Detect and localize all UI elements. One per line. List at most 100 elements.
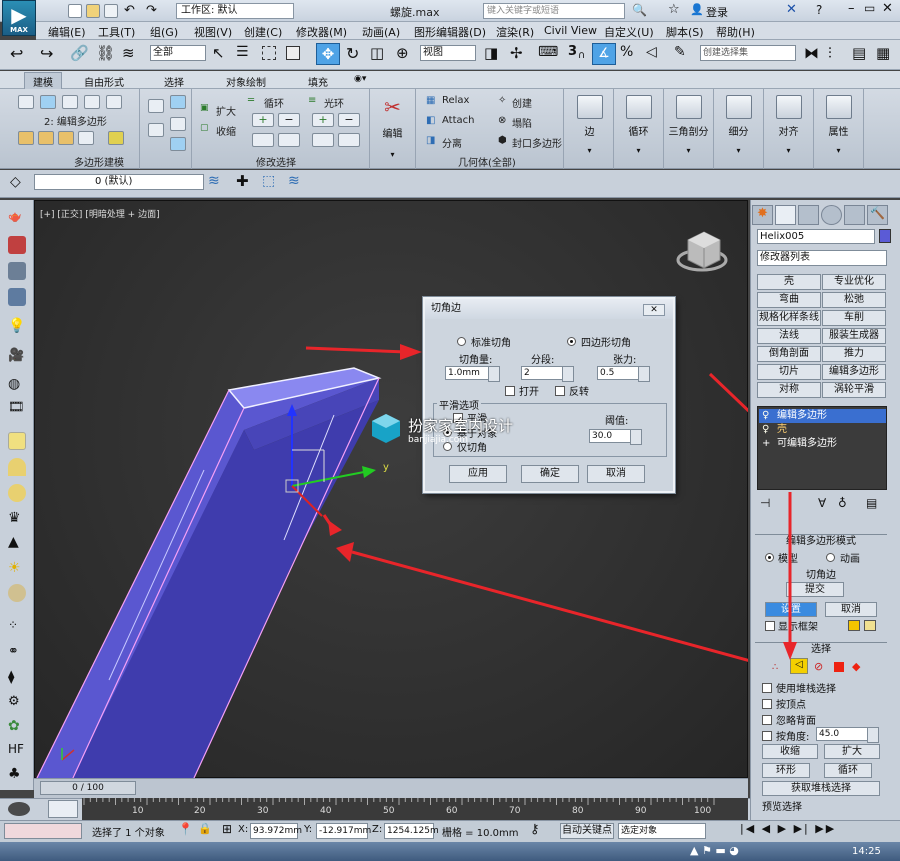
remove-modifier-icon[interactable] (78, 131, 94, 145)
stack-item-editable-poly[interactable]: + 可编辑多边形 (759, 437, 886, 451)
cage-selected-color-swatch[interactable] (864, 620, 876, 631)
loop-shrink-icon[interactable]: − (278, 113, 300, 127)
menu-modifiers[interactable]: 修改器(M) (296, 24, 347, 40)
ignore-backfacing-checkbox[interactable] (762, 715, 772, 725)
move-icon[interactable]: ✥ (316, 43, 340, 65)
triangulate-button[interactable]: 三角剖分 ▾ (664, 89, 714, 169)
close-icon[interactable]: ✕ (882, 1, 893, 16)
edit-poly-mode-header[interactable]: 编辑多边形模式 (755, 534, 887, 548)
sphere-icon[interactable]: ◍ (8, 376, 26, 394)
tab-modeling[interactable]: 建模 (24, 72, 62, 90)
exchange-icon[interactable]: ✕ (786, 2, 797, 17)
hierarchy-tab-icon[interactable] (798, 205, 819, 225)
subdivide-button[interactable]: 细分 ▾ (714, 89, 764, 169)
particles-icon[interactable]: ⁘ (8, 618, 26, 636)
percent-snap[interactable]: % (620, 44, 633, 60)
geometry-label[interactable]: 几何体(全部) (458, 154, 516, 169)
show-cage-checkbox[interactable] (765, 621, 775, 631)
modifier-button-bevel-profile[interactable]: 倒角剖面 (757, 346, 821, 362)
standard-chamfer-radio[interactable] (457, 337, 466, 346)
list-icon[interactable] (8, 262, 26, 280)
scene-explorer-icon[interactable] (8, 288, 26, 306)
modifier-button-turbosmooth[interactable]: 涡轮平滑 (822, 382, 886, 398)
gear-icon[interactable]: ⚙ (8, 694, 26, 712)
select-by-name-icon[interactable]: ☰ (236, 44, 249, 60)
modifier-button-bend[interactable]: 弯曲 (757, 292, 821, 308)
select-icon[interactable] (148, 99, 164, 113)
ribbon-toggle-icon[interactable]: ▦ (876, 44, 890, 62)
poly-modeling-label[interactable]: 多边形建模 (74, 154, 124, 169)
stack-item-shell[interactable]: ♀ 壳 (759, 423, 886, 437)
cap-poly-button[interactable]: 封口多边形 (512, 135, 562, 150)
link-icon[interactable]: 🔗 (70, 44, 89, 62)
element-icon[interactable] (106, 95, 122, 109)
show-end-icon[interactable] (38, 131, 54, 145)
remove-modifier-icon[interactable]: ♁ (838, 496, 847, 510)
snap-toggle[interactable]: 3 (568, 44, 577, 59)
named-selection-set[interactable]: 创建选择集 (700, 45, 796, 61)
create-tab-icon[interactable]: ✸ (752, 205, 773, 225)
segments-field[interactable]: 2 (521, 366, 574, 382)
user-icon[interactable]: 👤 (690, 3, 704, 16)
open-file-icon[interactable] (86, 4, 100, 18)
material-ball-icon[interactable] (8, 584, 26, 602)
track-bar-toggle[interactable] (48, 800, 78, 818)
lock-icon[interactable]: 🔒 (198, 822, 212, 835)
mini-curve-editor-icon[interactable] (8, 802, 30, 816)
loop-grow-icon[interactable]: + (252, 113, 274, 127)
motion-tab-icon[interactable] (821, 205, 842, 225)
tab-object-paint[interactable]: 对象绘制 (226, 74, 266, 89)
tension-field[interactable]: 0.5 (597, 366, 650, 382)
threshold-field[interactable]: 30.0 (589, 429, 642, 445)
ring-shrink-icon[interactable]: − (338, 113, 360, 127)
light-icon[interactable]: 💡 (8, 318, 26, 336)
maxscript-listener[interactable] (4, 823, 82, 839)
loop-big-button[interactable]: 循环 ▾ (614, 89, 664, 169)
time-slider[interactable]: 0 / 100 (40, 781, 136, 795)
apply-button[interactable]: 应用 (449, 465, 507, 483)
edit-button[interactable]: ✂ 编辑 ▾ (370, 89, 416, 169)
select-by-vertex-icon[interactable] (170, 95, 186, 109)
dot-loop-icon[interactable] (278, 133, 300, 147)
save-icon[interactable] (104, 4, 118, 18)
display-tab-icon[interactable] (844, 205, 865, 225)
key-filter-select[interactable]: 选定对象 (618, 823, 706, 839)
lightbulb-icon[interactable]: ♀ (762, 409, 769, 423)
get-stack-selection-button[interactable]: 获取堆栈选择 (762, 781, 880, 796)
modify-selection-label[interactable]: 修改选择 (256, 154, 296, 169)
spinner-snap-icon[interactable]: ◁ (646, 44, 657, 60)
dialog-close-button[interactable]: ✕ (643, 304, 665, 316)
stack-select-icon[interactable] (170, 117, 186, 131)
cage-color-swatch[interactable] (848, 620, 860, 631)
sun-icon[interactable]: ☀ (8, 560, 26, 578)
modifier-button-shell[interactable]: 壳 (757, 274, 821, 290)
select-object-icon[interactable]: ↖ (212, 44, 225, 62)
layer-select[interactable]: 0 (默认) (34, 174, 204, 190)
z-coord-field[interactable]: 1254.125m (384, 823, 439, 839)
undo-icon[interactable]: ↶ (124, 3, 135, 18)
menu-civil-view[interactable]: Civil View (544, 24, 597, 37)
tree-icon[interactable]: ♣ (8, 766, 26, 784)
ribbon-options-icon[interactable]: ◉▾ (354, 74, 366, 84)
transform-type-icon[interactable]: ⊞ (222, 822, 232, 836)
film-icon[interactable]: 🎞 (8, 400, 26, 418)
cancel-op-button[interactable]: 取消 (825, 602, 877, 617)
edge-icon[interactable] (40, 95, 56, 109)
shrink-button[interactable]: 收缩 (216, 123, 236, 138)
menu-animation[interactable]: 动画(A) (362, 24, 400, 40)
modifier-button-slice[interactable]: 切片 (757, 364, 821, 380)
model-radio[interactable] (765, 553, 774, 562)
workspace-select[interactable]: 工作区: 默认 (176, 3, 294, 19)
hair-icon[interactable]: HF (8, 742, 26, 760)
ok-button[interactable]: 确定 (521, 465, 579, 483)
key-icon[interactable]: ⚷ (530, 822, 540, 837)
y-coord-field[interactable]: -12.917mm (316, 823, 371, 839)
invert-checkbox[interactable] (555, 386, 565, 396)
animate-radio[interactable] (826, 553, 835, 562)
menu-group[interactable]: 组(G) (150, 24, 178, 40)
tab-selection[interactable]: 选择 (164, 74, 184, 89)
modifier-button-relax[interactable]: 松弛 (822, 292, 886, 308)
selection-rollout-header[interactable]: 选择 (755, 642, 887, 656)
new-file-icon[interactable] (68, 4, 82, 18)
open-checkbox[interactable] (505, 386, 515, 396)
